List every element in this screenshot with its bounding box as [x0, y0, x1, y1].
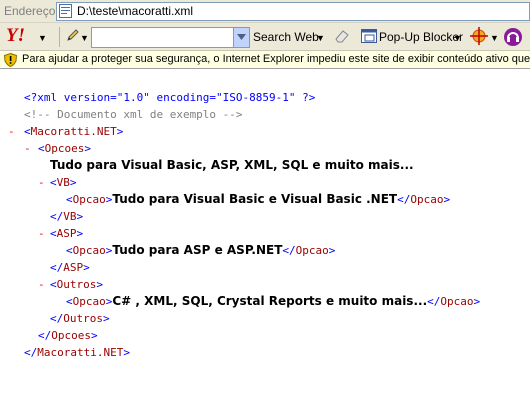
yahoo-dropdown-icon[interactable]: ▼: [38, 33, 47, 43]
search-input[interactable]: [91, 27, 250, 48]
xml-document-view: <?xml version="1.0" encoding="ISO-8859-1…: [0, 69, 530, 397]
outros-opcao-element: <Opcao>C# , XML, SQL, Crystal Reports e …: [66, 294, 481, 308]
information-bar-message: Para ajudar a proteger sua segurança, o …: [22, 53, 530, 65]
vb-opcao-element: <Opcao>Tudo para Visual Basic e Visual B…: [66, 192, 451, 206]
opcoes-close-tag: </Opcoes>: [38, 329, 98, 342]
pencil-dropdown-icon[interactable]: ▼: [80, 33, 89, 43]
search-web-dropdown-icon[interactable]: ▼: [316, 33, 325, 43]
pencil-icon[interactable]: [66, 28, 80, 45]
vb-open-tag: <VB>: [50, 176, 77, 189]
collapse-toggle-root[interactable]: -: [8, 123, 15, 140]
eraser-icon[interactable]: [334, 29, 350, 46]
collapse-toggle-outros[interactable]: -: [38, 276, 45, 293]
asp-open-tag: <ASP>: [50, 227, 84, 240]
xml-declaration: <?xml version="1.0" encoding="ISO-8859-1…: [24, 91, 316, 104]
address-url: D:\teste\macoratti.xml: [77, 4, 194, 18]
crosshair-icon[interactable]: [470, 27, 488, 48]
search-combo-chevron-icon[interactable]: [233, 28, 249, 47]
address-input[interactable]: D:\teste\macoratti.xml: [56, 2, 530, 21]
popup-blocker-dropdown-icon[interactable]: ▼: [453, 33, 462, 43]
page-icon: [59, 4, 72, 18]
address-label: Endereço: [4, 4, 56, 18]
xml-comment: <!-- Documento xml de exemplo -->: [24, 108, 243, 121]
yahoo-logo-button[interactable]: Y!: [6, 25, 25, 47]
popup-blocker-button[interactable]: Pop-Up Blocker: [379, 30, 463, 44]
address-bar: Endereço D:\teste\macoratti.xml: [0, 0, 530, 23]
popup-blocker-icon[interactable]: [361, 29, 377, 46]
outros-open-tag: <Outros>: [50, 278, 103, 291]
search-web-button[interactable]: Search Web: [253, 30, 319, 44]
toolbar-separator: [59, 27, 60, 47]
asp-close-tag: </ASP>: [50, 261, 90, 274]
vb-close-tag: </VB>: [50, 210, 84, 223]
opcoes-text: Tudo para Visual Basic, ASP, XML, SQL e …: [50, 158, 414, 172]
root-close-tag: </Macoratti.NET>: [24, 346, 130, 359]
vb-opcao-text: Tudo para Visual Basic e Visual Basic .N…: [112, 192, 398, 206]
collapse-toggle-opcoes[interactable]: -: [24, 140, 31, 157]
collapse-toggle-asp[interactable]: -: [38, 225, 45, 242]
crosshair-dropdown-icon[interactable]: ▼: [490, 33, 499, 43]
root-open-tag: <Macoratti.NET>: [24, 125, 124, 138]
shield-warning-icon: [3, 52, 18, 70]
asp-opcao-text: Tudo para ASP e ASP.NET: [112, 243, 283, 257]
headset-icon[interactable]: [503, 27, 523, 50]
yahoo-toolbar: Y! ▼ ▼ Search Web ▼ Pop-Up Blocker ▼ ▼: [0, 23, 530, 51]
collapse-toggle-vb[interactable]: -: [38, 174, 45, 191]
outros-opcao-text: C# , XML, SQL, Crystal Reports e muito m…: [112, 294, 428, 308]
asp-opcao-element: <Opcao>Tudo para ASP e ASP.NET</Opcao>: [66, 243, 336, 257]
outros-close-tag: </Outros>: [50, 312, 110, 325]
information-bar[interactable]: Para ajudar a proteger sua segurança, o …: [0, 51, 530, 69]
opcoes-open-tag: <Opcoes>: [38, 142, 91, 155]
